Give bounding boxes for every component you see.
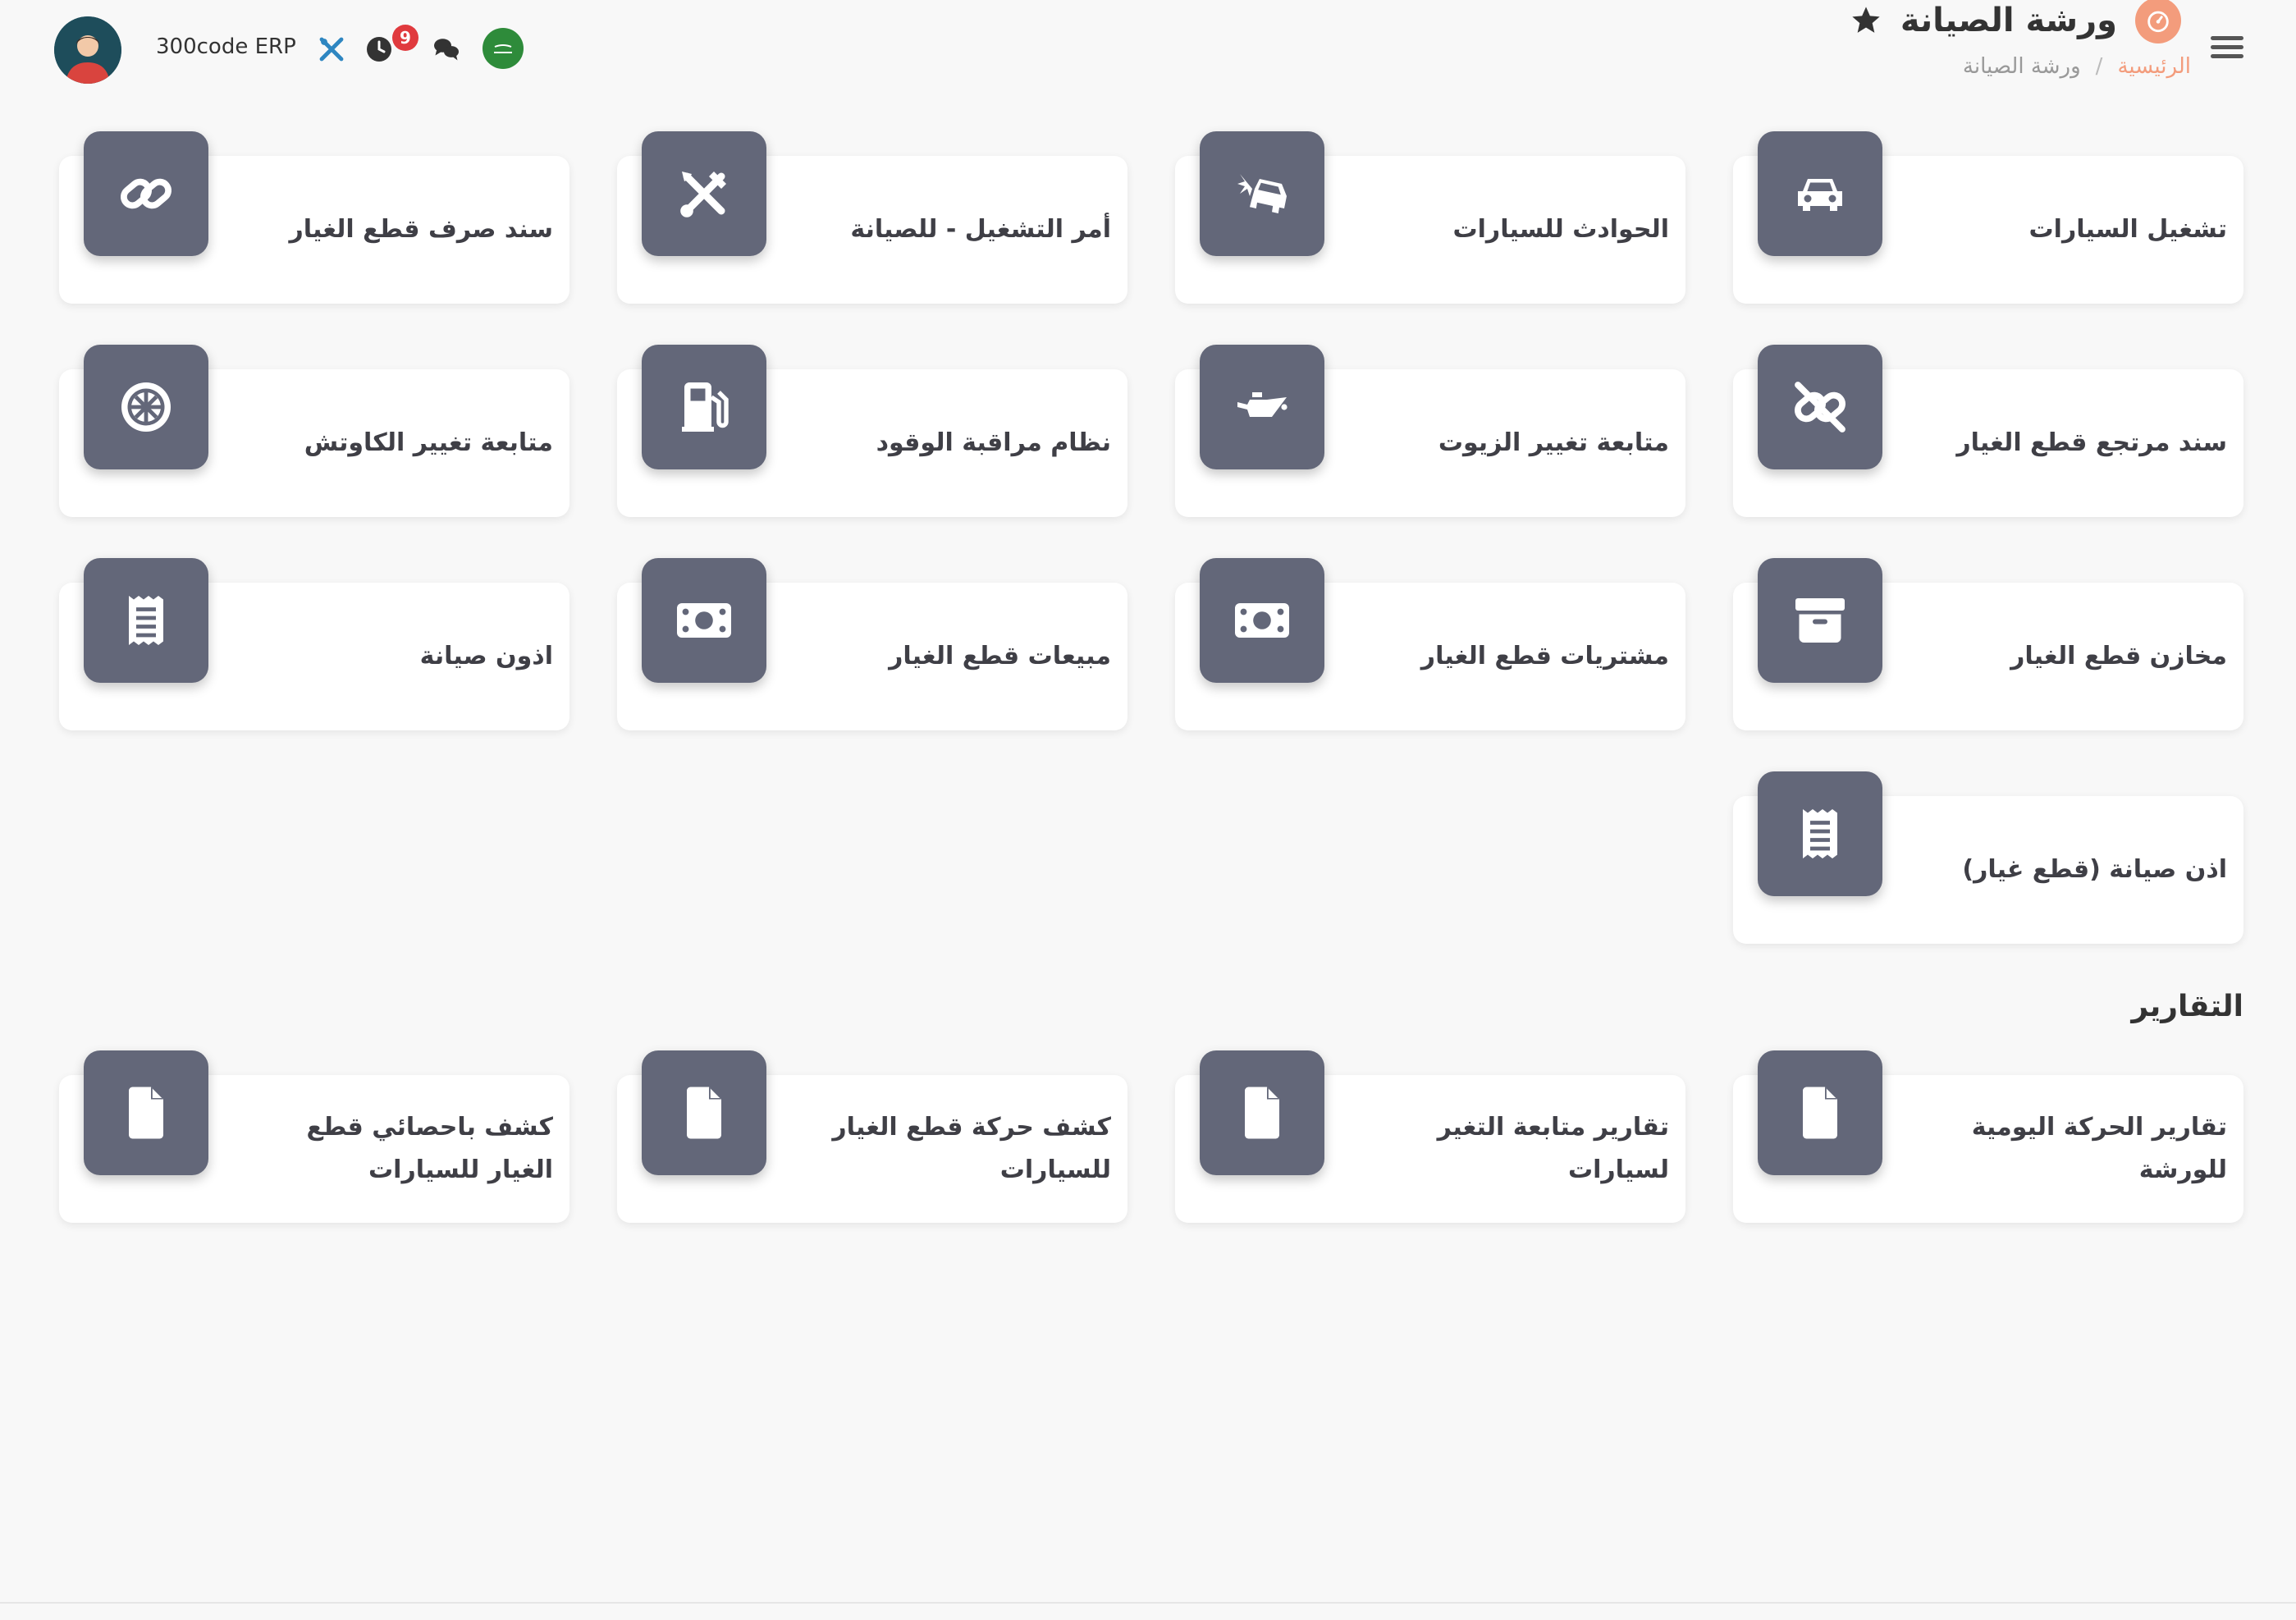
card-car-operation[interactable]: تشغيل السيارات bbox=[1733, 131, 2243, 304]
card-report-change-tracking[interactable]: تقارير متابعة التغير لسيارات bbox=[1175, 1050, 1685, 1223]
card-parts-return-voucher[interactable]: سند مرتجع قطع الغيار bbox=[1733, 345, 2243, 517]
car-crash-icon bbox=[1200, 131, 1324, 256]
card-parts-warehouses[interactable]: مخازن قطع الغيار bbox=[1733, 558, 2243, 730]
card-label: الحوادث للسيارات bbox=[1452, 215, 1670, 244]
clock-icon[interactable] bbox=[363, 33, 396, 66]
file-icon bbox=[84, 1050, 208, 1175]
link-icon bbox=[84, 131, 208, 256]
title-row: ورشة الصيانة bbox=[1850, 0, 2181, 43]
footer-divider bbox=[0, 1602, 2296, 1604]
page: ورشة الصيانة الرئيسية / ورشة الصيانة 300… bbox=[0, 0, 2296, 1620]
oil-can-icon bbox=[1200, 345, 1324, 469]
file-icon bbox=[1758, 1050, 1882, 1175]
card-label: متابعة تغيير الكاوتش bbox=[304, 428, 553, 457]
card-parts-sales[interactable]: مبيعات قطع الغيار bbox=[617, 558, 1127, 730]
tools-icon[interactable] bbox=[315, 33, 348, 66]
car-icon bbox=[1758, 131, 1882, 256]
card-tire-change[interactable]: متابعة تغيير الكاوتش bbox=[59, 345, 569, 517]
card-label: اذن صيانة (قطع غيار) bbox=[1962, 855, 2227, 884]
card-maintenance-permit-parts[interactable]: اذن صيانة (قطع غيار) bbox=[1733, 771, 2243, 944]
receipt-icon bbox=[84, 558, 208, 683]
card-label: مخازن قطع الغيار bbox=[2010, 642, 2227, 670]
card-report-parts-statistics[interactable]: كشف باحصائي قطع الغيار للسيارات bbox=[59, 1050, 569, 1223]
reports-section-title: التقارير bbox=[2131, 990, 2243, 1023]
card-maintenance-permits[interactable]: اذون صيانة bbox=[59, 558, 569, 730]
card-label: مشتريات قطع الغيار bbox=[1420, 642, 1669, 670]
unlink-icon bbox=[1758, 345, 1882, 469]
archive-icon bbox=[1758, 558, 1882, 683]
breadcrumb-separator: / bbox=[2095, 54, 2103, 79]
card-car-accidents[interactable]: الحوادث للسيارات bbox=[1175, 131, 1685, 304]
card-label: متابعة تغيير الزيوت bbox=[1438, 428, 1669, 457]
card-label: كشف حركة قطع الغيار للسيارات bbox=[832, 1113, 1111, 1184]
card-parts-purchases[interactable]: مشتريات قطع الغيار bbox=[1175, 558, 1685, 730]
card-label: تشغيل السيارات bbox=[2028, 215, 2227, 244]
breadcrumb-current: ورشة الصيانة bbox=[1962, 54, 2081, 79]
avatar[interactable] bbox=[54, 16, 121, 84]
gauge-icon bbox=[2135, 0, 2181, 43]
money-bill-icon bbox=[1200, 558, 1324, 683]
card-label: كشف باحصائي قطع الغيار للسيارات bbox=[306, 1113, 553, 1184]
file-icon bbox=[1200, 1050, 1324, 1175]
money-bill-icon bbox=[642, 558, 766, 683]
card-fuel-monitoring[interactable]: نظام مراقبة الوقود bbox=[617, 345, 1127, 517]
card-report-daily-movement[interactable]: تقارير الحركة اليومية للورشة bbox=[1733, 1050, 2243, 1223]
page-title: ورشة الصيانة bbox=[1900, 2, 2117, 39]
tools-icon bbox=[642, 131, 766, 256]
card-label: سند مرتجع قطع الغيار bbox=[1956, 428, 2227, 457]
hamburger-menu-icon[interactable] bbox=[2211, 31, 2243, 64]
card-label: اذون صيانة bbox=[419, 642, 553, 670]
receipt-icon bbox=[1758, 771, 1882, 896]
chat-icon[interactable] bbox=[430, 33, 463, 66]
card-oil-change[interactable]: متابعة تغيير الزيوت bbox=[1175, 345, 1685, 517]
card-label: تقارير متابعة التغير لسيارات bbox=[1437, 1113, 1669, 1184]
breadcrumb-home-link[interactable]: الرئيسية bbox=[2117, 54, 2191, 79]
app-name: 300code ERP bbox=[156, 34, 296, 59]
card-label: نظام مراقبة الوقود bbox=[876, 428, 1111, 457]
language-flag-icon[interactable] bbox=[483, 28, 524, 69]
card-report-parts-movement[interactable]: كشف حركة قطع الغيار للسيارات bbox=[617, 1050, 1127, 1223]
card-label: أمر التشغيل - للصيانة bbox=[850, 215, 1111, 244]
gas-pump-icon bbox=[642, 345, 766, 469]
card-parts-issue-voucher[interactable]: سند صرف قطع الغيار bbox=[59, 131, 569, 304]
favorite-star-icon[interactable] bbox=[1850, 4, 1882, 37]
file-icon bbox=[642, 1050, 766, 1175]
card-label: مبيعات قطع الغيار bbox=[889, 642, 1111, 670]
card-label: تقارير الحركة اليومية للورشة bbox=[1971, 1113, 2227, 1184]
card-work-order[interactable]: أمر التشغيل - للصيانة bbox=[617, 131, 1127, 304]
tire-icon bbox=[84, 345, 208, 469]
breadcrumb: الرئيسية / ورشة الصيانة bbox=[1963, 54, 2191, 79]
notification-badge: 9 bbox=[392, 25, 418, 51]
card-label: سند صرف قطع الغيار bbox=[289, 215, 553, 244]
